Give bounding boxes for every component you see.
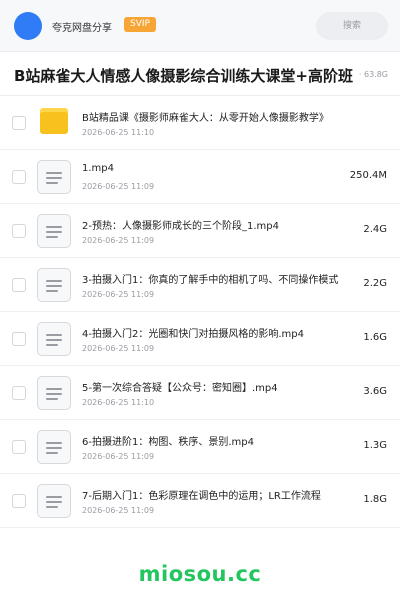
select-checkbox[interactable] — [12, 332, 26, 346]
document-icon — [37, 484, 71, 518]
list-item[interactable]: 7-后期入门1：色彩原理在调色中的运用；LR工作流程 2026-06-25 11… — [0, 474, 400, 528]
list-item-folder[interactable]: B站精品课《摄影师麻雀大人：从零开始人像摄影教学》 2026-06-25 11:… — [0, 96, 400, 150]
list-item[interactable]: 3-拍摄入门1：你真的了解手中的相机了吗、不同操作模式 2026-06-25 1… — [0, 258, 400, 312]
file-name: B站精品课《摄影师麻雀大人：从零开始人像摄影教学》 — [82, 113, 329, 124]
select-checkbox[interactable] — [12, 386, 26, 400]
document-icon — [37, 160, 71, 194]
file-name: 2-预热：人像摄影师成长的三个阶段_1.mp4 — [82, 221, 279, 232]
select-checkbox[interactable] — [12, 278, 26, 292]
file-size: 1.6G — [363, 332, 387, 343]
select-checkbox[interactable] — [12, 440, 26, 454]
file-size: 1.8G — [363, 494, 387, 505]
file-size: 2.2G — [363, 278, 387, 289]
file-size: 250.4M — [349, 170, 387, 181]
list-item[interactable]: 6-拍摄进阶1：构图、秩序、景别.mp4 2026-06-25 11:09 1.… — [0, 420, 400, 474]
list-item[interactable]: 5-第一次综合答疑【公众号：密知圈】.mp4 2026-06-25 11:10 … — [0, 366, 400, 420]
list-item[interactable]: 4-拍摄入门2：光圈和快门对拍摄风格的影响.mp4 2026-06-25 11:… — [0, 312, 400, 366]
document-icon — [37, 268, 71, 302]
file-name: 7-后期入门1：色彩原理在调色中的运用；LR工作流程 — [82, 491, 321, 502]
file-time: 2026-06-25 11:09 — [82, 236, 155, 245]
file-time: 2026-06-25 11:09 — [82, 182, 155, 191]
file-name: 1.mp4 — [82, 163, 114, 174]
select-checkbox[interactable] — [12, 224, 26, 238]
document-icon — [37, 322, 71, 356]
file-time: 2026-06-25 11:09 — [82, 344, 155, 353]
file-name: 3-拍摄入门1：你真的了解手中的相机了吗、不同操作模式 — [82, 275, 339, 286]
file-list: B站精品课《摄影师麻雀大人：从零开始人像摄影教学》 2026-06-25 11:… — [0, 96, 400, 528]
file-time: 2026-06-25 11:10 — [82, 398, 155, 407]
watermark-text: miosou.cc — [138, 562, 262, 586]
document-icon — [37, 214, 71, 248]
folder-icon — [40, 108, 68, 134]
file-name: 4-拍摄入门2：光圈和快门对拍摄风格的影响.mp4 — [82, 329, 304, 340]
folder-title-bar: B站麻雀大人情感人像摄影综合训练大课堂+高阶班 大小 · 63.8G — [0, 52, 400, 96]
document-icon — [37, 430, 71, 464]
select-checkbox[interactable] — [12, 116, 26, 130]
file-time: 2026-06-25 11:09 — [82, 290, 155, 299]
file-time: 2026-06-25 11:09 — [82, 506, 155, 515]
top-header: 夸克网盘分享 SVIP 搜索 — [0, 0, 400, 52]
list-item[interactable]: 1.mp4 2026-06-25 11:09 250.4M — [0, 150, 400, 204]
file-name: 5-第一次综合答疑【公众号：密知圈】.mp4 — [82, 383, 278, 394]
document-icon — [37, 376, 71, 410]
page-title: B站麻雀大人情感人像摄影综合训练大课堂+高阶班 — [14, 65, 358, 86]
file-size: 2.4G — [363, 224, 387, 235]
select-checkbox[interactable] — [12, 170, 26, 184]
file-size: 3.6G — [363, 386, 387, 397]
select-checkbox[interactable] — [12, 494, 26, 508]
svip-badge: SVIP — [124, 17, 156, 32]
avatar[interactable] — [14, 12, 42, 40]
file-time: 2026-06-25 11:09 — [82, 452, 155, 461]
folder-size-value: 63.8G — [363, 70, 388, 79]
file-size: 1.3G — [363, 440, 387, 451]
file-time: 2026-06-25 11:10 — [82, 128, 155, 137]
list-item[interactable]: 2-预热：人像摄影师成长的三个阶段_1.mp4 2026-06-25 11:09… — [0, 204, 400, 258]
search-input[interactable]: 搜索 — [316, 12, 388, 40]
user-name[interactable]: 夸克网盘分享 — [52, 19, 112, 34]
file-name: 6-拍摄进阶1：构图、秩序、景别.mp4 — [82, 437, 254, 448]
